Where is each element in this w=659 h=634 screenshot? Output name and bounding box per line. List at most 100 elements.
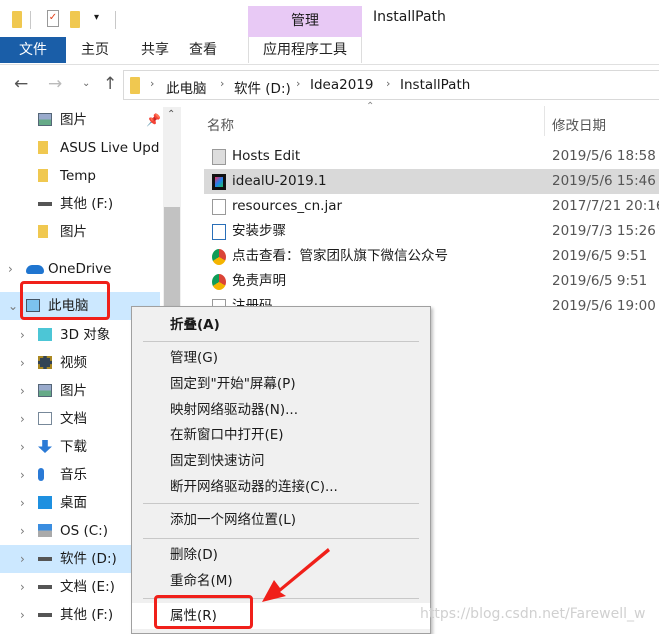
breadcrumb-idea2019[interactable]: Idea2019: [310, 77, 374, 93]
3d-objects-icon: [38, 328, 52, 341]
file-date: 2019/7/3 15:26: [552, 223, 656, 239]
file-row[interactable]: 免责声明 2019/6/5 9:51: [204, 269, 659, 294]
column-header-name[interactable]: 名称: [207, 114, 234, 134]
chevron-right-icon[interactable]: ›: [20, 573, 25, 601]
menu-item-map-network-drive[interactable]: 映射网络驱动器(N)...: [132, 397, 430, 423]
file-name: idealU-2019.1: [232, 173, 327, 189]
pictures-icon: [38, 384, 52, 397]
file-date: 2019/5/6 15:46: [552, 173, 656, 189]
menu-item-open-new-window[interactable]: 在新窗口中打开(E): [132, 422, 430, 448]
file-row[interactable]: 安装步骤 2019/7/3 15:26: [204, 219, 659, 244]
tab-file[interactable]: 文件: [0, 37, 66, 63]
chevron-right-icon: ›: [150, 77, 155, 90]
folder-icon: [38, 169, 48, 182]
chevron-right-icon[interactable]: ›: [20, 321, 25, 349]
nav-item-label: 图片: [60, 383, 87, 399]
chevron-right-icon[interactable]: ›: [20, 517, 25, 545]
nav-item-label: 其他 (F:): [60, 607, 114, 623]
menu-item-manage[interactable]: 管理(G): [132, 345, 430, 371]
back-button[interactable]: ←: [14, 74, 28, 94]
nav-item-label: 其他 (F:): [60, 196, 114, 212]
file-row[interactable]: Hosts Edit 2019/5/6 18:58: [204, 144, 659, 169]
drive-icon: [38, 557, 52, 561]
window-title: InstallPath: [373, 9, 446, 25]
customize-dropdown-icon[interactable]: ▾: [94, 12, 99, 23]
shortcut-icon: [212, 149, 226, 165]
nav-item-label: 文档 (E:): [60, 579, 115, 595]
chrome-shortcut-icon: [212, 274, 226, 290]
nav-item-label: ASUS Live Upda: [60, 140, 160, 156]
file-name: resources_cn.jar: [232, 198, 343, 214]
file-row[interactable]: resources_cn.jar 2017/7/21 20:16: [204, 194, 659, 219]
menu-item-disconnect-network-drive[interactable]: 断开网络驱动器的连接(C)...: [132, 474, 430, 500]
nav-item[interactable]: ASUS Live Upda: [0, 134, 160, 162]
ribbon-divider: [0, 64, 659, 65]
chevron-right-icon[interactable]: ›: [20, 489, 25, 517]
folder-icon: [12, 11, 22, 28]
recent-dropdown-icon[interactable]: ⌄: [82, 78, 90, 89]
nav-item[interactable]: 图片 📌: [0, 106, 160, 134]
menu-item-pin-to-start[interactable]: 固定到"开始"屏幕(P): [132, 371, 430, 397]
tab-home[interactable]: 主页: [70, 37, 120, 63]
breadcrumb-drive-d[interactable]: 软件 (D:): [234, 77, 291, 97]
nav-item[interactable]: 图片: [0, 218, 160, 246]
context-tab-manage[interactable]: 管理: [248, 6, 362, 37]
nav-item-label: 软件 (D:): [60, 551, 117, 567]
divider: [115, 11, 116, 29]
menu-item-add-network-location[interactable]: 添加一个网络位置(L): [132, 507, 430, 533]
nav-item-label: 音乐: [60, 467, 87, 483]
breadcrumb-installpath[interactable]: InstallPath: [400, 77, 470, 93]
tab-view[interactable]: 查看: [178, 37, 228, 63]
chevron-right-icon[interactable]: ›: [8, 255, 13, 283]
file-date: 2019/6/5 9:51: [552, 273, 648, 289]
chevron-right-icon[interactable]: ›: [20, 545, 25, 573]
file-name: Hosts Edit: [232, 148, 301, 164]
chevron-right-icon[interactable]: ›: [20, 405, 25, 433]
file-name: 点击查看：管家团队旗下微信公众号: [232, 248, 448, 264]
menu-item-pin-quick-access[interactable]: 固定到快速访问: [132, 448, 430, 474]
nav-item[interactable]: Temp: [0, 162, 160, 190]
video-icon: [38, 356, 52, 369]
pictures-icon: [38, 113, 52, 126]
scroll-up-icon[interactable]: ⌃: [167, 109, 175, 120]
column-header-date[interactable]: 修改日期: [552, 114, 606, 134]
annotation-arrow: [262, 548, 330, 602]
nav-item[interactable]: 其他 (F:): [0, 190, 160, 218]
nav-item-label: 桌面: [60, 495, 87, 511]
file-name: 安装步骤: [232, 223, 286, 239]
nav-item-label: 图片: [60, 112, 87, 128]
divider: [30, 11, 31, 29]
breadcrumb-this-pc[interactable]: 此电脑: [166, 77, 207, 97]
menu-separator: [143, 341, 419, 342]
file-row[interactable]: 点击查看：管家团队旗下微信公众号 2019/6/5 9:51: [204, 244, 659, 269]
nav-item-label: 视频: [60, 355, 87, 371]
desktop-icon: [38, 496, 52, 509]
folder-icon: [38, 141, 48, 154]
properties-icon[interactable]: ✓: [47, 10, 59, 27]
nav-item-label: 文档: [60, 411, 87, 427]
tab-share[interactable]: 共享: [130, 37, 180, 63]
chevron-right-icon[interactable]: ›: [20, 433, 25, 461]
drive-icon: [38, 613, 52, 617]
address-bar[interactable]: › 此电脑 › 软件 (D:) › Idea2019 › InstallPath: [123, 70, 659, 100]
forward-button[interactable]: →: [48, 74, 62, 94]
chevron-down-icon[interactable]: ⌄: [8, 292, 18, 320]
nav-item[interactable]: › OneDrive: [0, 255, 160, 283]
up-button[interactable]: ↑: [103, 74, 117, 94]
nav-item-label: OS (C:): [60, 523, 108, 539]
chevron-right-icon[interactable]: ›: [20, 349, 25, 377]
tab-application-tools[interactable]: 应用程序工具: [248, 37, 362, 63]
chevron-right-icon[interactable]: ›: [20, 601, 25, 629]
menu-item-collapse[interactable]: 折叠(A): [132, 312, 430, 338]
sort-ascending-icon: ⌃: [366, 101, 375, 112]
file-date: 2019/5/6 19:00: [552, 298, 656, 314]
column-divider[interactable]: [544, 106, 545, 136]
file-icon: [212, 199, 226, 215]
intellij-icon: [212, 174, 226, 190]
new-folder-icon[interactable]: [70, 11, 80, 28]
chevron-right-icon[interactable]: ›: [20, 377, 25, 405]
chevron-right-icon[interactable]: ›: [20, 461, 25, 489]
chrome-shortcut-icon: [212, 249, 226, 265]
file-date: 2019/5/6 18:58: [552, 148, 656, 164]
file-row[interactable]: idealU-2019.1 2019/5/6 15:46: [204, 169, 659, 194]
